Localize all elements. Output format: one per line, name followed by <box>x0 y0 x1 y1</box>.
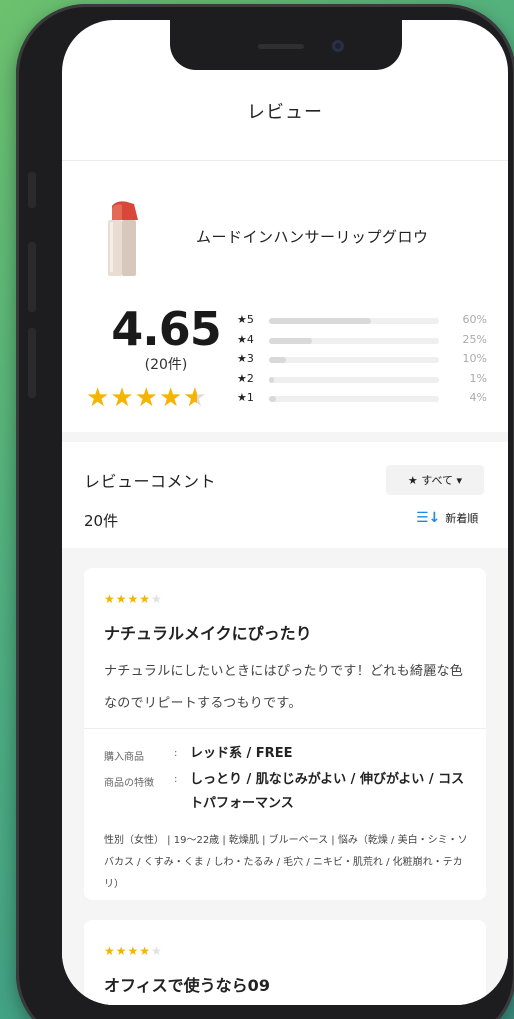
colon-separator: : <box>174 774 178 785</box>
comments-count: 20件 <box>84 512 119 530</box>
lipstick-product-image <box>108 201 138 276</box>
review-title: オフィスで使うなら09 <box>104 976 270 995</box>
distribution-row: ★4 25% <box>237 333 487 353</box>
comments-heading: レビューコメント <box>84 472 217 491</box>
sort-button[interactable]: ☰↓ 新着順 <box>416 510 478 526</box>
distribution-row: ★2 1% <box>237 372 487 392</box>
review-body: ナチュラルにしたいときにはぴったりです！どれも綺麗な色なのでリピートするつもりで… <box>104 664 464 711</box>
distribution-percent: 10% <box>462 352 487 365</box>
distribution-label: ★2 <box>237 371 254 385</box>
colon-separator: : <box>174 748 178 759</box>
distribution-bar <box>269 396 276 402</box>
product-summary[interactable]: ムードインハンサーリップグロウ <box>92 194 492 284</box>
product-name: ムードインハンサーリップグロウ <box>196 228 429 246</box>
empty-star-icon: ★ <box>151 592 163 606</box>
phone-screen: レビュー ムードインハンサーリップグロウ 4.65 (20件) ★★★★★ ★5 <box>62 20 508 1005</box>
volume-down-button <box>28 328 36 398</box>
review-title: ナチュラルメイクにぴったり <box>104 624 312 643</box>
review-count: (20件) <box>144 357 188 373</box>
distribution-label: ★1 <box>237 391 254 404</box>
review-divider <box>84 728 486 729</box>
speaker-grille <box>258 44 304 49</box>
review-stars: ★★★★★ <box>104 944 163 958</box>
mute-switch <box>28 172 36 208</box>
distribution-bar <box>269 357 286 363</box>
star-icon: ★ <box>134 383 159 413</box>
nav-header: レビュー <box>62 70 508 160</box>
page-title: レビュー <box>247 102 323 123</box>
notch <box>170 20 402 70</box>
distribution-row: ★5 60% <box>237 313 487 333</box>
distribution-bar <box>269 376 275 383</box>
rating-distribution: ★5 60% ★4 25% ★3 10% ★2 1% ★1 4% <box>237 313 487 411</box>
front-camera-icon <box>332 40 344 52</box>
distribution-track <box>269 376 439 383</box>
star-icon: ★ <box>110 383 135 413</box>
distribution-percent: 4% <box>469 391 487 404</box>
distribution-row: ★1 4% <box>237 391 487 411</box>
distribution-bar <box>269 318 371 324</box>
phone-frame: レビュー ムードインハンサーリップグロウ 4.65 (20件) ★★★★★ ★5 <box>16 4 514 1019</box>
distribution-track <box>269 396 439 402</box>
distribution-percent: 1% <box>469 371 487 385</box>
star-icon: ★ <box>158 383 184 413</box>
purchase-label: 購入商品 <box>104 752 144 763</box>
rating-score-block: 4.65 (20件) <box>96 302 236 374</box>
star-filter-dropdown[interactable]: ★ すべて ▾ <box>386 465 484 495</box>
header-divider <box>62 160 508 161</box>
review-card[interactable]: ★★★★★ オフィスで使うなら09 <box>84 920 486 1005</box>
star-icon: ★★★★ <box>104 944 152 958</box>
reviewer-profile: 性別（女性） | 19〜22歳 | 乾燥肌 | ブルーベース | 悩み（乾燥 /… <box>104 835 468 890</box>
star-icon: ★ <box>86 383 111 413</box>
review-stars: ★★★★★ <box>104 592 163 606</box>
distribution-row: ★3 10% <box>237 352 487 372</box>
volume-up-button <box>28 242 36 312</box>
rating-stars: ★★★★★ <box>86 383 208 413</box>
section-separator <box>62 432 508 442</box>
review-card[interactable]: ★★★★★ ナチュラルメイクにぴったり ナチュラルにしたいときにはぴったりです！… <box>84 568 486 900</box>
distribution-percent: 60% <box>462 313 487 326</box>
distribution-label: ★5 <box>237 313 254 326</box>
features-value: しっとり / 肌なじみがよい / 伸びがよい / コストパフォーマンス <box>190 772 465 811</box>
distribution-percent: 25% <box>462 332 487 346</box>
distribution-track <box>269 318 439 324</box>
distribution-label: ★4 <box>237 332 254 346</box>
distribution-bar <box>269 337 312 344</box>
distribution-track <box>269 337 439 344</box>
sort-icon: ☰↓ <box>416 510 441 526</box>
empty-star-icon: ★ <box>151 944 163 958</box>
distribution-label: ★3 <box>237 352 254 365</box>
features-label: 商品の特徴 <box>104 778 154 789</box>
purchase-value: レッド系 / FREE <box>190 746 293 761</box>
sort-label: 新着順 <box>445 512 479 525</box>
star-icon: ★★★★ <box>104 592 152 606</box>
distribution-track <box>269 357 439 363</box>
half-star-icon: ★ <box>183 383 207 413</box>
average-rating: 4.65 <box>111 302 222 356</box>
